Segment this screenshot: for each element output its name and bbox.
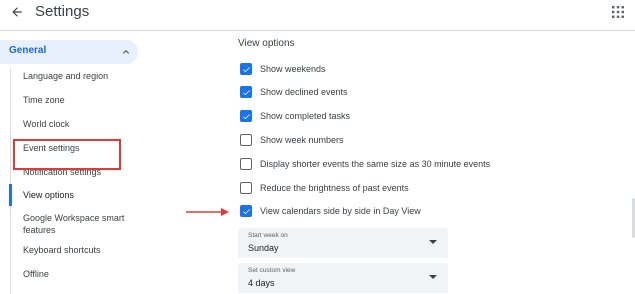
- checkbox-label: Display shorter events the same size as …: [260, 159, 491, 169]
- sidebar-item-view-options[interactable]: View options: [23, 189, 138, 201]
- caret-down-icon: [429, 275, 437, 279]
- top-bar: Settings: [0, 0, 635, 31]
- checkbox-show-week-numbers[interactable]: [240, 134, 252, 146]
- sidebar-item-world-clock[interactable]: World clock: [23, 118, 138, 130]
- checkbox-row-show-week-numbers[interactable]: Show week numbers: [240, 133, 344, 147]
- checkbox-row-show-declined-events[interactable]: Show declined events: [240, 85, 348, 99]
- checkbox-reduce-brightness[interactable]: [240, 182, 252, 194]
- arrow-back-icon: [12, 7, 22, 17]
- checkbox-label: Show completed tasks: [260, 111, 351, 121]
- select-label: Set custom view: [248, 267, 296, 274]
- checkbox-show-completed-tasks[interactable]: [240, 110, 252, 122]
- check-icon: [242, 89, 250, 95]
- checkbox-side-by-side-day-view[interactable]: [240, 205, 252, 217]
- checkbox-label: Show declined events: [260, 87, 348, 97]
- start-week-on-select[interactable]: Start week on Sunday: [238, 228, 448, 258]
- sidebar-item-language-and-region[interactable]: Language and region: [23, 70, 138, 82]
- checkbox-show-weekends[interactable]: [240, 63, 252, 75]
- check-icon: [242, 66, 250, 72]
- apps-button[interactable]: [611, 5, 627, 21]
- select-value: 4 days: [248, 278, 275, 288]
- page-title: Settings: [35, 3, 90, 20]
- sidebar-section-general[interactable]: General: [0, 40, 138, 64]
- checkbox-row-show-weekends[interactable]: Show weekends: [240, 62, 326, 76]
- checkbox-row-show-completed-tasks[interactable]: Show completed tasks: [240, 109, 350, 123]
- checkbox-label: Show week numbers: [260, 135, 344, 145]
- checkbox-row-side-by-side-day-view[interactable]: View calendars side by side in Day View: [240, 204, 421, 218]
- sidebar-active-indicator: [9, 184, 12, 206]
- checkbox-display-shorter-events[interactable]: [240, 158, 252, 170]
- checkbox-show-declined-events[interactable]: [240, 86, 252, 98]
- annotation-arrow-icon: [186, 208, 229, 216]
- annotation-highlight-box: [13, 139, 121, 170]
- select-label: Start week on: [248, 232, 288, 239]
- chevron-up-icon: [123, 50, 129, 54]
- caret-down-icon: [429, 240, 437, 244]
- select-value: Sunday: [248, 243, 279, 253]
- sidebar-section-label: General: [9, 45, 47, 56]
- sidebar-item-time-zone[interactable]: Time zone: [23, 94, 138, 106]
- sidebar-item-keyboard-shortcuts[interactable]: Keyboard shortcuts: [23, 244, 138, 256]
- checkbox-label: Show weekends: [260, 64, 326, 74]
- check-icon: [242, 208, 250, 214]
- check-icon: [242, 113, 250, 119]
- custom-view-select[interactable]: Set custom view 4 days: [238, 263, 448, 293]
- checkbox-row-display-shorter-events[interactable]: Display shorter events the same size as …: [240, 157, 490, 171]
- sidebar-item-google-workspace-smart-features[interactable]: Google Workspace smart features: [23, 212, 138, 236]
- checkbox-label: View calendars side by side in Day View: [260, 206, 421, 216]
- apps-grid-icon: [612, 6, 624, 18]
- checkbox-row-reduce-brightness[interactable]: Reduce the brightness of past events: [240, 181, 409, 195]
- sidebar-item-offline[interactable]: Offline: [23, 268, 138, 280]
- checkbox-label: Reduce the brightness of past events: [260, 183, 409, 193]
- section-title: View options: [238, 38, 295, 49]
- back-button[interactable]: [8, 3, 26, 21]
- sidebar-tree-line: [10, 68, 11, 294]
